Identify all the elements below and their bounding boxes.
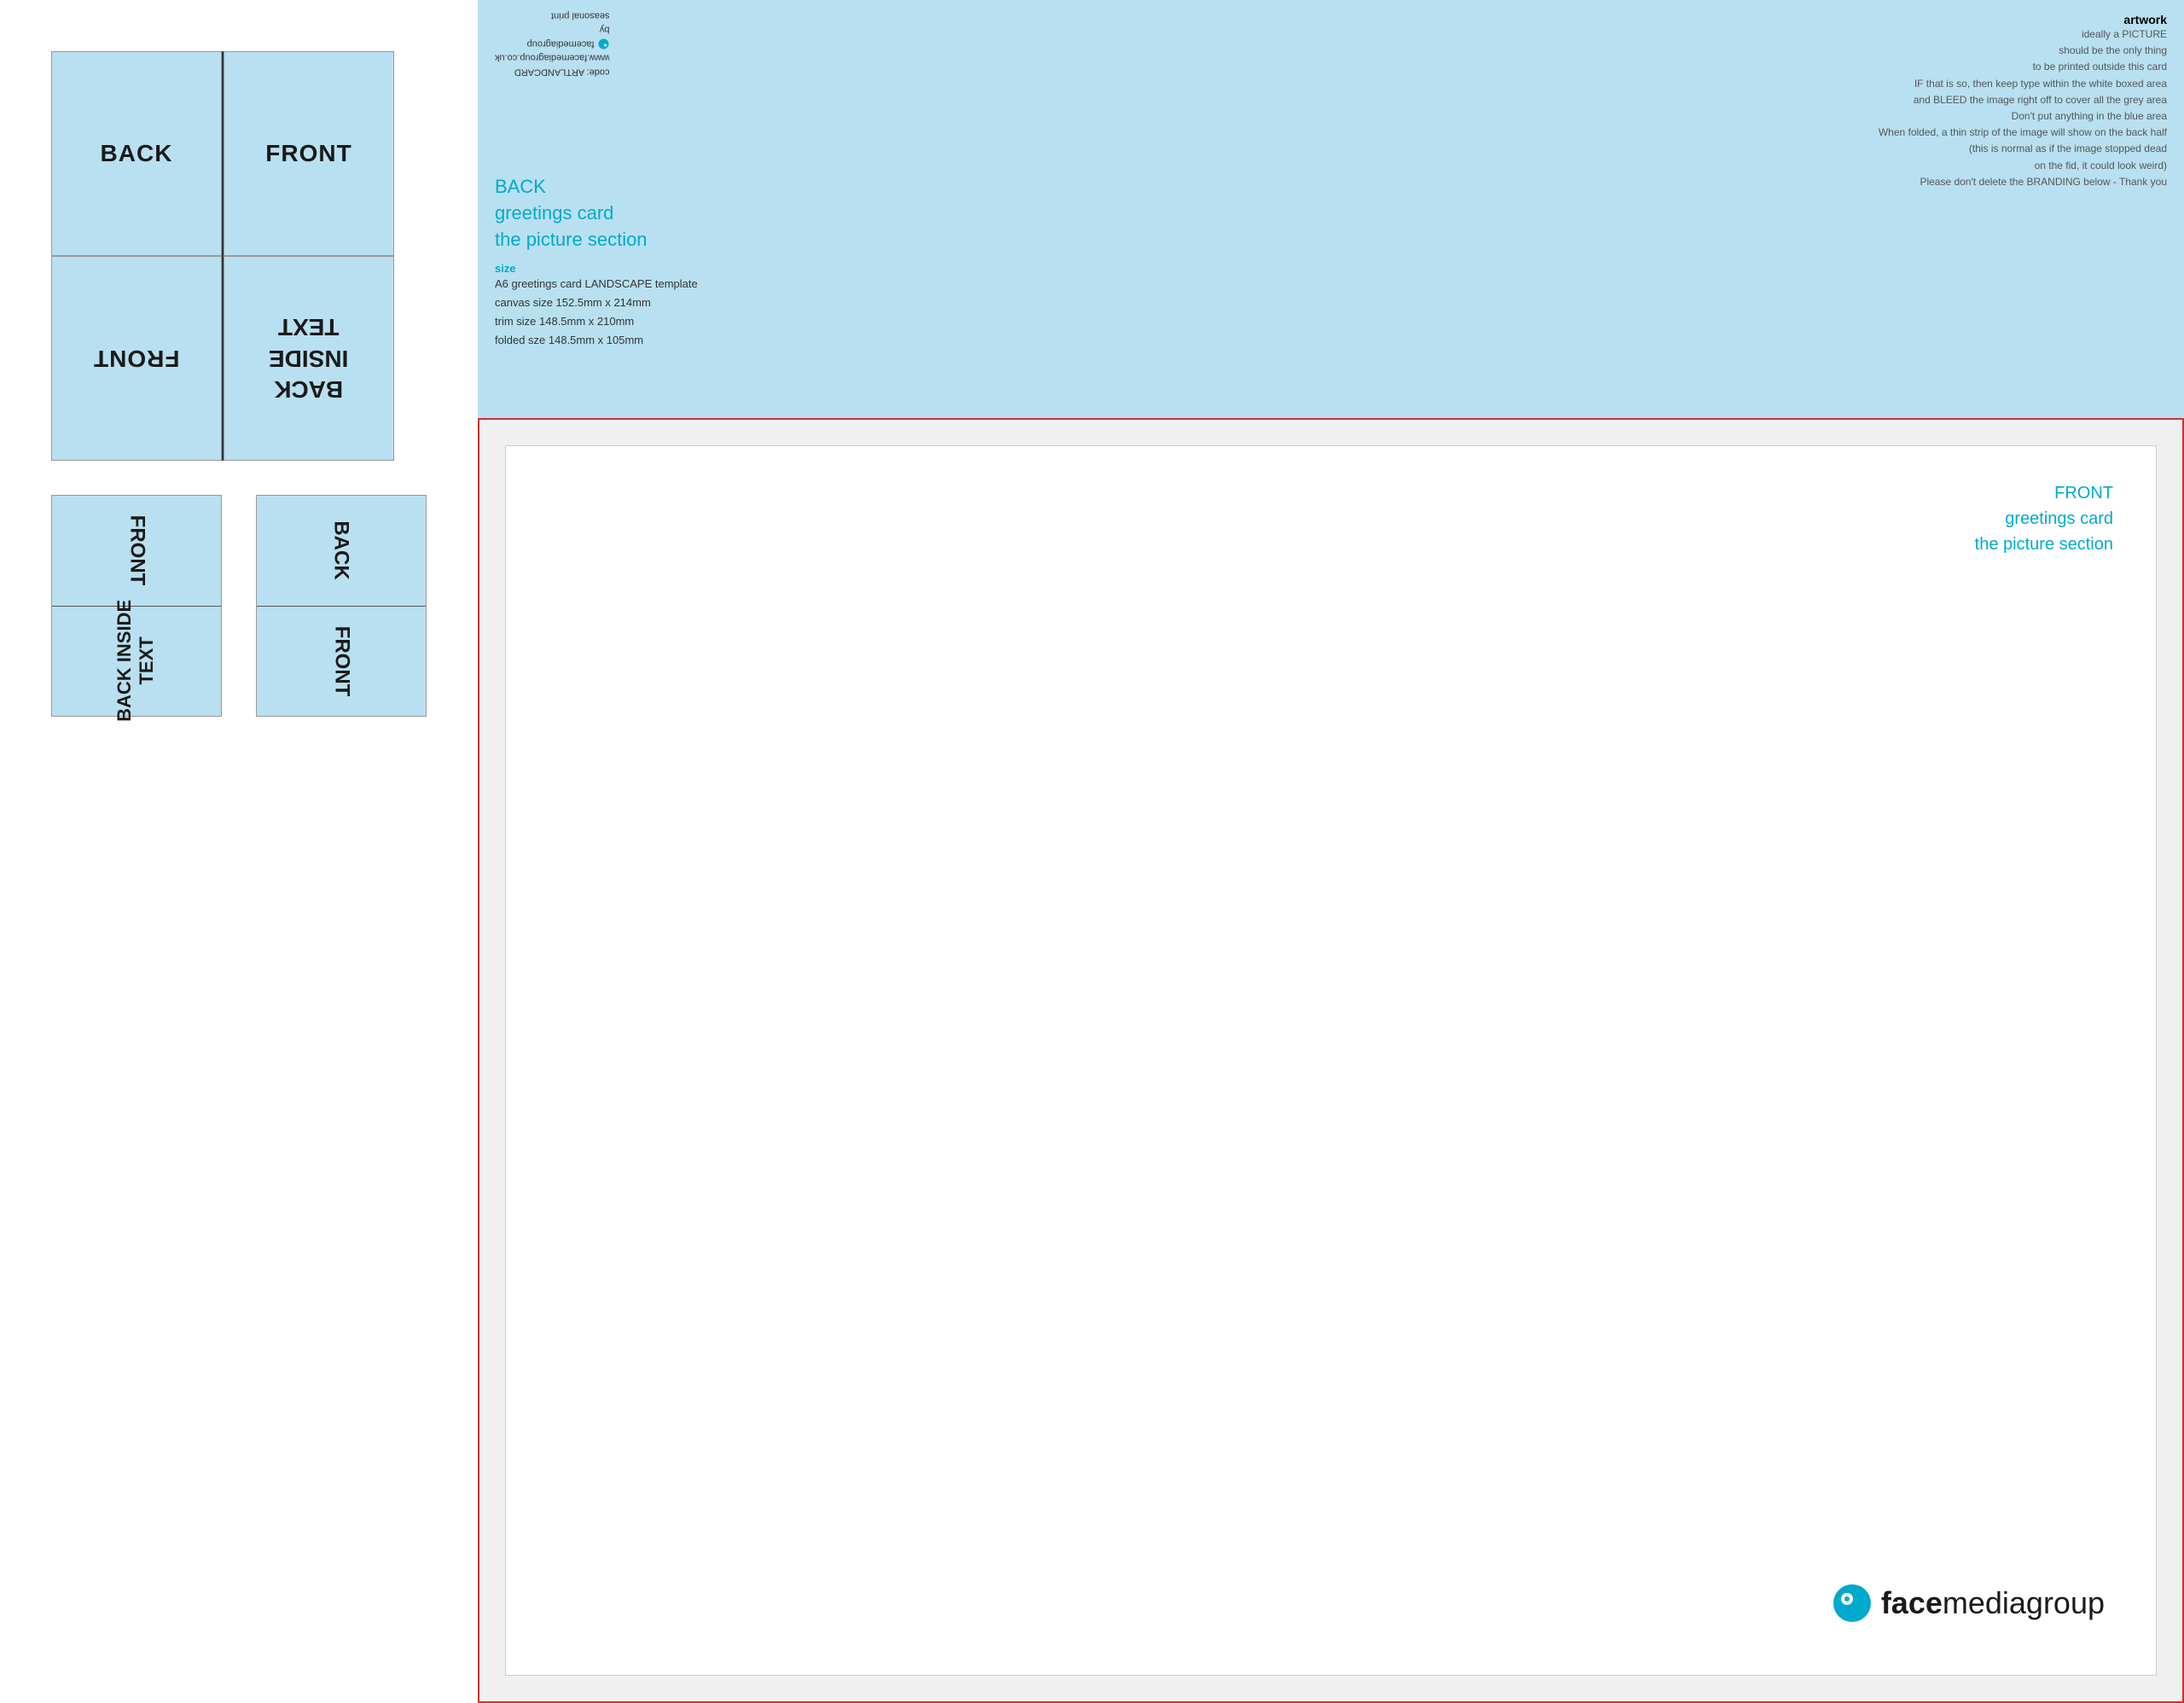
front-label-text: FRONT greetings card the picture section (1975, 480, 2113, 557)
left-panel: BACK FRONT FRONT BACK INSIDE TEXT FRONT (51, 51, 444, 717)
front-card-inner: FRONT greetings card the picture section… (505, 445, 2157, 1676)
card-row-1: BACK FRONT (51, 51, 444, 256)
fmg-text: facemediagroup (1881, 1585, 2105, 1621)
card-portrait-right: BACK FRONT (256, 495, 427, 717)
fmg-rest: mediagroup (1943, 1585, 2105, 1620)
right-panel: code: ARTLANDCARD www.facemediagroup.co.… (478, 0, 2184, 1703)
portrait-right-bottom: FRONT (257, 607, 426, 717)
branding-upside-text: code: ARTLANDCARD www.facemediagroup.co.… (495, 9, 610, 79)
back-inside-text-label: BACK INSIDE TEXT (269, 311, 348, 404)
card-front-top: FRONT (224, 51, 394, 256)
front-label-top: FRONT (265, 140, 351, 167)
fmg-branding: facemediagroup (1832, 1583, 2105, 1624)
portrait-left-top: FRONT (52, 496, 221, 607)
face-icon-upside (598, 38, 610, 49)
instruction-area: code: ARTLANDCARD www.facemediagroup.co.… (478, 0, 2184, 418)
card-back-inside-text: BACK INSIDE TEXT (224, 256, 394, 461)
portrait-gap (222, 495, 256, 717)
portrait-left-bottom: BACK INSIDETEXT (52, 607, 221, 717)
size-label: size (495, 262, 698, 275)
back-label-top: BACK (101, 140, 173, 167)
card-row-2: FRONT BACK INSIDE TEXT (51, 256, 444, 461)
portrait-right-bottom-label: FRONT (329, 625, 353, 696)
branding-upside: code: ARTLANDCARD www.facemediagroup.co.… (495, 9, 610, 79)
artwork-title: artwork (1879, 13, 2167, 26)
portrait-right-top: BACK (257, 496, 426, 607)
back-section-title: BACK greetings card the picture section (495, 174, 698, 253)
artwork-instructions: artwork ideally a PICTURE should be the … (1879, 13, 2167, 190)
front-card-area: FRONT greetings card the picture section… (478, 418, 2184, 1703)
portrait-left-top-label: FRONT (125, 515, 148, 586)
artwork-text: ideally a PICTURE should be the only thi… (1879, 26, 2167, 190)
card-row-3: FRONT BACK INSIDETEXT BACK FRONT (51, 495, 444, 717)
front-label: FRONT greetings card the picture section (1975, 480, 2113, 557)
fmg-logo-icon (1832, 1583, 1873, 1624)
front-flipped-label: FRONT (93, 345, 179, 372)
portrait-right-top-label: BACK (329, 521, 353, 580)
fmg-face: face (1881, 1585, 1943, 1620)
portrait-left-bottom-label: BACK INSIDETEXT (114, 600, 160, 722)
card-front-flipped: FRONT (51, 256, 222, 461)
card-portrait-left: FRONT BACK INSIDETEXT (51, 495, 222, 717)
size-text: A6 greetings card LANDSCAPE template can… (495, 275, 698, 350)
back-section: BACK greetings card the picture section … (495, 174, 698, 350)
card-back-top: BACK (51, 51, 222, 256)
